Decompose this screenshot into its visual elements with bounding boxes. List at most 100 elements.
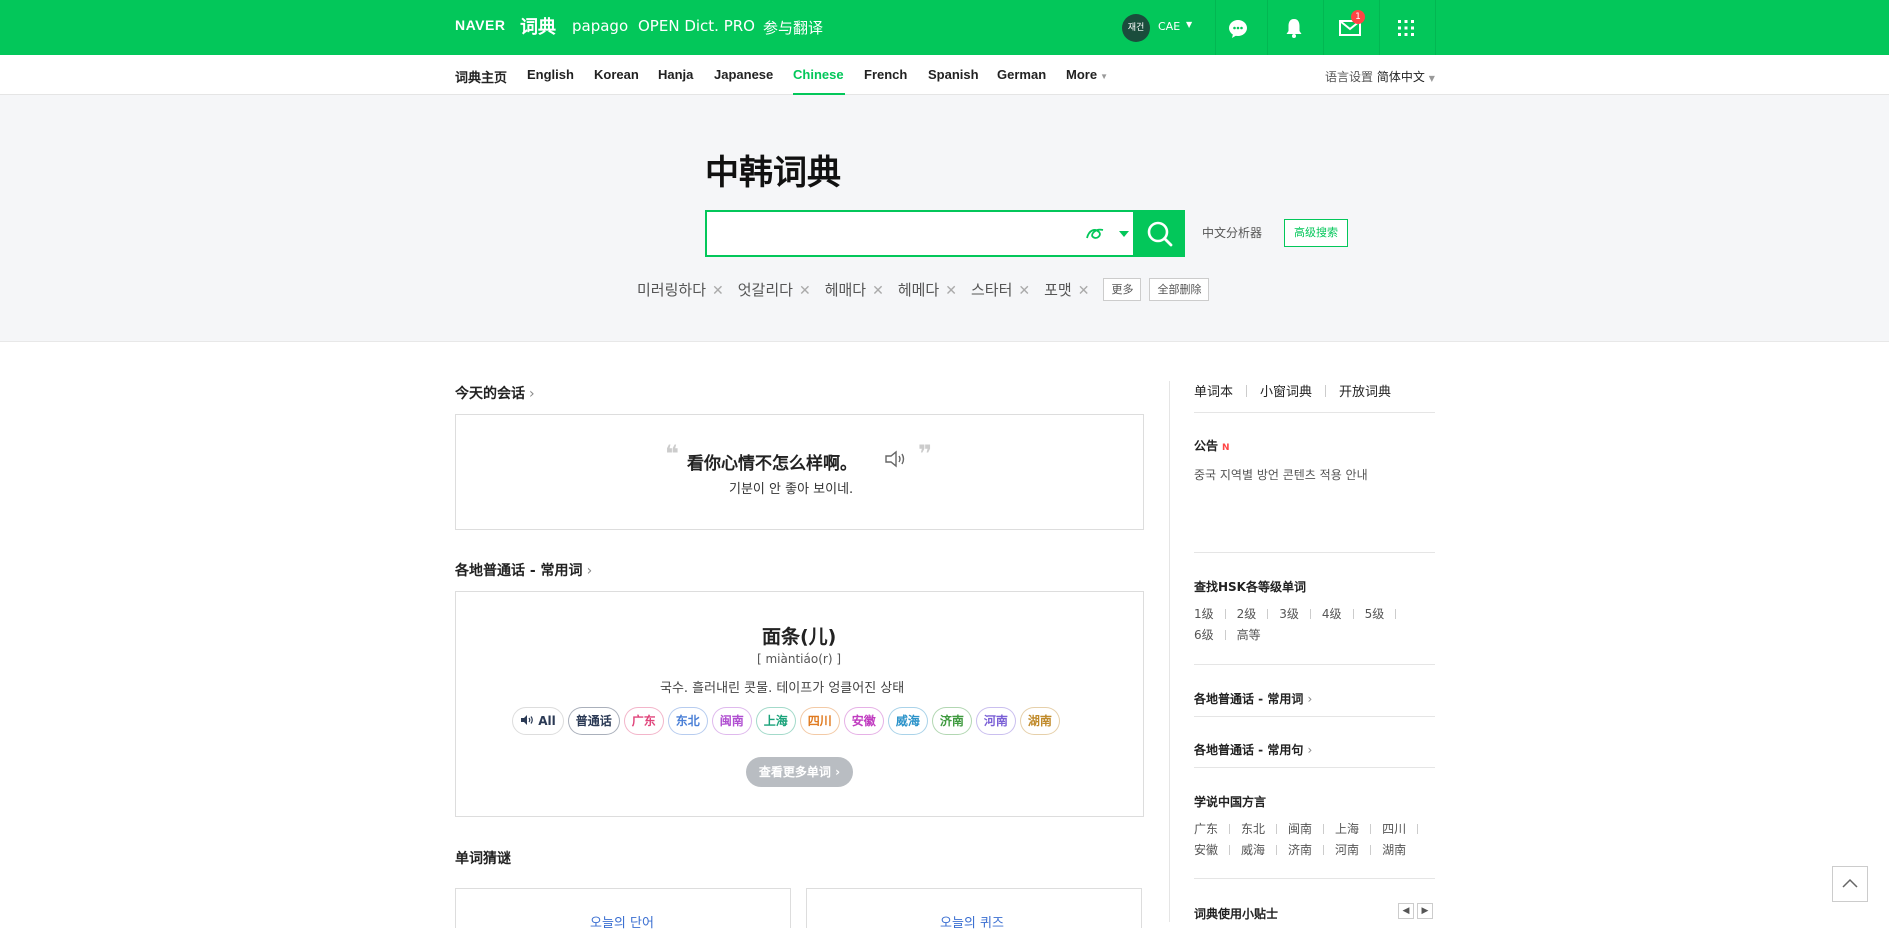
dialect-sentences-link[interactable]: 各地普通话 - 常用句 › [1194,741,1312,758]
dialect-guangdong[interactable]: 广东 [1194,820,1218,837]
open-dict-link[interactable]: 开放词典 [1339,381,1391,400]
hsk-level-5[interactable]: 5级 [1365,605,1385,622]
apps-grid-icon[interactable] [1393,15,1419,41]
region-chip-minnan[interactable]: 闽南 [711,707,752,735]
back-to-top-button[interactable] [1832,866,1868,902]
dictionary-nav: 词典主页 English Korean Hanja Japanese Chine… [0,55,1889,95]
region-chip-guangdong[interactable]: 广东 [623,707,664,735]
recent-search-item[interactable]: 포맷 ✕ [1044,279,1089,300]
open-dict-pro-link[interactable]: OPEN Dict. PRO [638,17,755,35]
close-icon[interactable]: ✕ [799,283,811,299]
nav-hanja[interactable]: Hanja [658,67,693,82]
dialect-shanghai[interactable]: 上海 [1335,820,1359,837]
nav-chinese[interactable]: Chinese [793,67,844,82]
nav-french[interactable]: French [864,67,907,82]
naver-logo[interactable]: NAVER [455,17,505,33]
recent-search-text: 헤매다 [824,280,867,299]
region-chip-anhui[interactable]: 安徽 [843,707,884,735]
page-title: 中韩词典 [705,153,841,193]
dialect-weihai[interactable]: 威海 [1241,841,1265,858]
hsk-level-advanced[interactable]: 高等 [1237,626,1261,643]
region-chip-henan[interactable]: 河南 [975,707,1016,735]
recent-search-item[interactable]: 헤매다 ✕ [825,279,884,300]
chevron-down-icon[interactable]: ▼ [1186,20,1192,29]
search-button[interactable] [1135,210,1185,257]
divider [1352,608,1354,619]
notice-item[interactable]: 중국 지역별 방언 콘텐츠 적용 안내 [1194,466,1368,483]
close-icon[interactable]: ✕ [1018,283,1030,299]
close-icon[interactable]: ✕ [712,283,724,299]
speaker-icon[interactable] [884,449,908,469]
region-chip-hunan[interactable]: 湖南 [1019,707,1060,735]
dialect-pinyin: [ miàntiáo(r) ] [757,652,842,666]
close-icon[interactable]: ✕ [1078,283,1090,299]
region-chip-shanghai[interactable]: 上海 [755,707,796,735]
hsk-level-4[interactable]: 4级 [1322,605,1342,622]
user-name[interactable]: CAE [1158,20,1180,33]
search-icon [1147,221,1173,247]
nav-spanish[interactable]: Spanish [928,67,979,82]
next-arrow-icon[interactable]: ▶ [1417,903,1433,919]
region-chip-jinan[interactable]: 济南 [931,707,972,735]
recent-search-item[interactable]: 엇갈리다 ✕ [738,279,811,300]
divider [1309,608,1311,619]
prev-arrow-icon[interactable]: ◀ [1398,903,1414,919]
nav-more[interactable]: More ▼ [1066,67,1108,82]
recent-search-text: 미러링하다 [637,280,707,299]
language-setting[interactable]: 语言设置 简体中文 ▼ [1325,68,1435,85]
region-chip-dongbei[interactable]: 东北 [667,707,708,735]
avatar[interactable]: 재건 [1122,14,1150,42]
hsk-level-6[interactable]: 6级 [1194,626,1214,643]
dialect-words-section-title[interactable]: 各地普通话 - 常用词 › [455,560,592,580]
dialect-dongbei[interactable]: 东北 [1241,820,1265,837]
hsk-level-2[interactable]: 2级 [1237,605,1257,622]
region-chip-sichuan[interactable]: 四川 [799,707,840,735]
close-icon[interactable]: ✕ [872,283,884,299]
nav-english[interactable]: English [527,67,574,82]
chevron-right-icon: › [586,563,593,579]
divider [1417,823,1419,834]
top-bar: NAVER 词典 papago OPEN Dict. PRO 参与翻译 재건 C… [0,0,1889,55]
nav-japanese[interactable]: Japanese [714,67,773,82]
dialect-henan[interactable]: 河南 [1335,841,1359,858]
nav-korean[interactable]: Korean [594,67,639,82]
speaker-icon [521,715,533,725]
hsk-level-3[interactable]: 3级 [1279,605,1299,622]
dialect-words-link[interactable]: 各地普通话 - 常用词 › [1194,690,1312,707]
delete-all-button[interactable]: 全部删除 [1149,277,1210,301]
hsk-level-1[interactable]: 1级 [1194,605,1214,622]
region-chip-putonghua[interactable]: 普通话 [567,707,620,735]
handwriting-input-icon[interactable] [1081,222,1131,246]
recent-search-item[interactable]: 스타터 ✕ [971,279,1030,300]
more-recent-button[interactable]: 更多 [1103,277,1142,301]
recent-search-item[interactable]: 헤메다 ✕ [898,279,957,300]
dialect-minnan[interactable]: 闽南 [1288,820,1312,837]
region-chip-weihai[interactable]: 威海 [887,707,928,735]
mail-badge: 1 [1351,10,1365,24]
wordbook-link[interactable]: 单词本 [1194,381,1233,400]
divider [1229,844,1231,855]
divider [1194,716,1435,717]
advanced-search-button[interactable]: 高级搜索 [1284,219,1348,247]
dialect-anhui[interactable]: 安徽 [1194,841,1218,858]
more-words-button[interactable]: 查看更多单词 › [746,757,853,787]
talk-icon[interactable] [1225,15,1251,41]
conversation-section-title[interactable]: 今天的会话 › [455,383,535,403]
recent-search-item[interactable]: 미러링하다 ✕ [637,279,724,300]
search-input[interactable] [715,218,1075,249]
dialect-sichuan[interactable]: 四川 [1382,820,1406,837]
nav-home[interactable]: 词典主页 [455,67,507,86]
dialect-jinan[interactable]: 济南 [1288,841,1312,858]
papago-link[interactable]: papago [572,17,628,35]
dict-logo[interactable]: 词典 [520,13,556,39]
nav-german[interactable]: German [997,67,1046,82]
play-all-button[interactable]: All [512,707,564,735]
dialect-row-1: 广东 东北 闽南 上海 四川 [1194,820,1429,837]
close-icon[interactable]: ✕ [945,283,957,299]
bell-icon[interactable] [1281,15,1307,41]
dialect-title-text: 各地普通话 - 常用词 [455,563,583,579]
chinese-analyzer-link[interactable]: 中文分析器 [1202,224,1262,241]
translate-participate-link[interactable]: 参与翻译 [763,17,823,38]
mini-dict-link[interactable]: 小窗词典 [1260,381,1312,400]
dialect-hunan[interactable]: 湖南 [1382,841,1406,858]
